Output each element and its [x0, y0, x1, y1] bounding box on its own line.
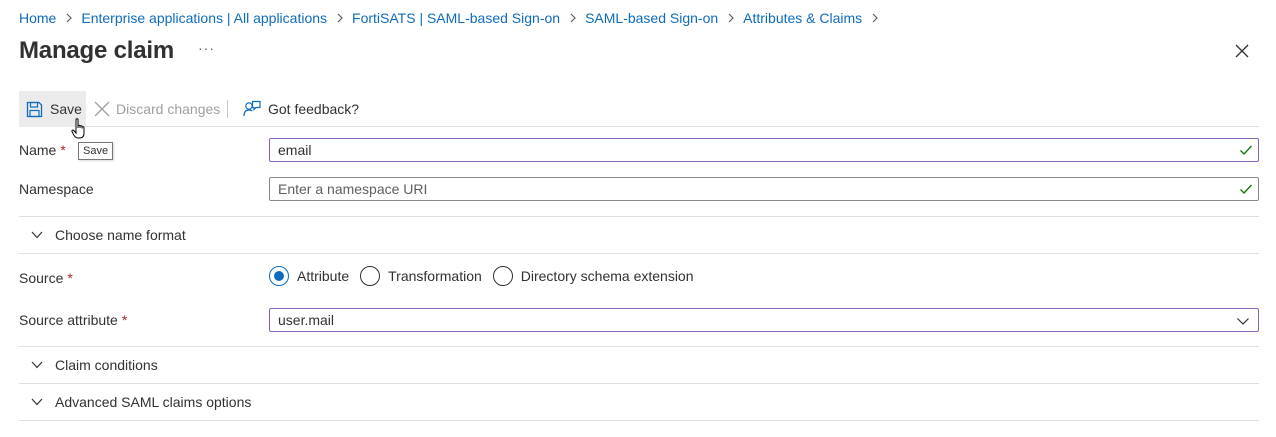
chevron-right-icon [336, 13, 344, 23]
breadcrumb: Home Enterprise applications | All appli… [19, 9, 887, 27]
discard-changes-button[interactable]: Discard changes [94, 91, 220, 127]
save-tooltip: Save [78, 142, 114, 160]
valid-check-icon [1240, 184, 1253, 195]
namespace-label: Namespace [19, 181, 94, 197]
chevron-right-icon [871, 13, 879, 23]
radio-circle [360, 266, 381, 286]
name-input[interactable] [269, 138, 1259, 162]
required-marker: * [121, 312, 128, 328]
breadcrumb-saml-sso[interactable]: SAML-based Sign-on [585, 10, 718, 26]
choose-name-format-label: Choose name format [55, 227, 186, 243]
radio-circle [492, 266, 513, 286]
radio-transformation-label: Transformation [388, 268, 482, 284]
save-button[interactable]: Save [19, 91, 86, 127]
source-attribute-value: user.mail [278, 312, 335, 328]
source-attribute-dropdown[interactable]: user.mail [269, 308, 1259, 332]
feedback-icon [243, 100, 261, 117]
toolbar-divider [227, 100, 228, 118]
feedback-button[interactable]: Got feedback? [243, 91, 359, 127]
source-attribute-label-text: Source attribute [19, 312, 118, 328]
radio-directory-schema-extension-label: Directory schema extension [520, 268, 694, 284]
radio-directory-schema-extension[interactable]: Directory schema extension [492, 266, 694, 286]
discard-changes-label: Discard changes [116, 101, 221, 117]
breadcrumb-attributes-claims[interactable]: Attributes & Claims [743, 10, 862, 26]
more-options-button[interactable]: ··· [198, 40, 215, 56]
close-button[interactable] [1232, 41, 1252, 61]
feedback-label: Got feedback? [268, 101, 360, 117]
required-marker: * [60, 142, 66, 158]
source-attribute-label: Source attribute * [19, 312, 127, 328]
command-bar: Save Discard changes Got feedback? [19, 91, 1259, 127]
radio-transformation[interactable]: Transformation [360, 266, 482, 286]
name-label: Name * [19, 142, 66, 158]
chevron-right-icon [727, 13, 735, 23]
chevron-down-icon [31, 396, 43, 408]
title-row: Manage claim ··· [19, 36, 215, 66]
source-label: Source * [19, 270, 73, 286]
chevron-down-icon [31, 359, 43, 371]
advanced-saml-claims-label: Advanced SAML claims options [55, 394, 252, 410]
radio-circle-checked [269, 266, 289, 286]
page-title: Manage claim [19, 37, 174, 64]
claim-conditions-expander[interactable]: Claim conditions [19, 347, 1259, 383]
chevron-down-icon [31, 229, 43, 241]
source-label-text: Source [19, 270, 64, 286]
claim-conditions-label: Claim conditions [55, 357, 158, 373]
discard-icon [94, 101, 110, 117]
chevron-down-icon [1237, 318, 1249, 325]
choose-name-format-expander[interactable]: Choose name format [19, 217, 1259, 253]
required-marker: * [67, 270, 73, 286]
breadcrumb-fortisats-sso[interactable]: FortiSATS | SAML-based Sign-on [352, 10, 560, 26]
section-divider [19, 420, 1259, 421]
close-icon [1235, 44, 1249, 58]
name-label-text: Name [19, 142, 57, 158]
advanced-saml-claims-expander[interactable]: Advanced SAML claims options [19, 384, 1259, 420]
save-label: Save [50, 101, 82, 117]
breadcrumb-home[interactable]: Home [19, 10, 56, 26]
chevron-right-icon [65, 13, 73, 23]
namespace-input[interactable] [269, 177, 1259, 201]
radio-attribute[interactable]: Attribute [269, 266, 349, 286]
breadcrumb-enterprise-applications[interactable]: Enterprise applications | All applicatio… [81, 10, 327, 26]
save-icon [26, 101, 43, 117]
chevron-right-icon [569, 13, 577, 23]
source-radio-group: Attribute Transformation Directory schem… [269, 266, 706, 286]
valid-check-icon [1240, 145, 1253, 156]
section-divider [19, 253, 1259, 254]
radio-attribute-label: Attribute [297, 268, 350, 284]
